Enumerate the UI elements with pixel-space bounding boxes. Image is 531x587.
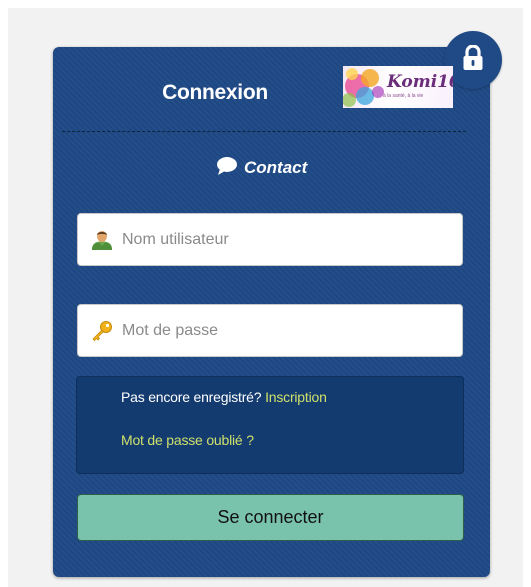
username-input[interactable] (122, 230, 442, 249)
not-registered-text: Pas encore enregistré? (121, 389, 262, 405)
login-submit-button[interactable]: Se connecter (77, 494, 464, 541)
lock-icon (462, 43, 484, 76)
signup-prompt: Pas encore enregistré? Inscription (121, 389, 327, 405)
key-icon (89, 318, 115, 344)
divider (62, 131, 466, 132)
signup-link[interactable]: Inscription (265, 389, 327, 405)
contact-label: Contact (244, 158, 308, 177)
login-title: Connexion (162, 81, 268, 104)
speech-bubble-icon (216, 156, 238, 181)
user-icon (89, 227, 115, 253)
logo-tagline: à la santé, à la vie (383, 93, 424, 99)
username-field[interactable] (77, 213, 463, 266)
contact-link[interactable]: Contact (216, 153, 307, 183)
account-help-box: Pas encore enregistré? Inscription Mot d… (76, 376, 464, 474)
logo-text: Komi10 (387, 72, 453, 92)
password-input[interactable] (122, 321, 442, 340)
forgot-password-link[interactable]: Mot de passe oublié ? (121, 432, 254, 448)
password-field[interactable] (77, 304, 463, 357)
brand-logo: Komi10 à la santé, à la vie (343, 66, 453, 108)
